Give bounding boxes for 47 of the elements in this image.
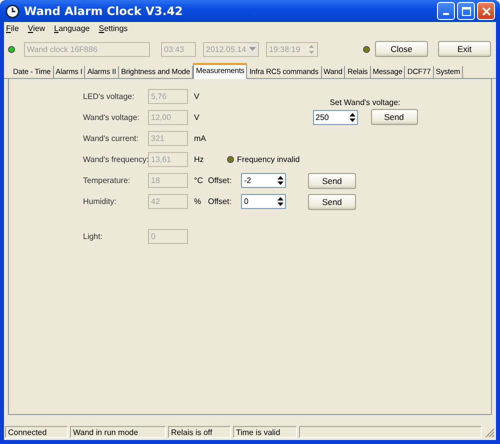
unit-label: Hz	[193, 155, 205, 164]
close-button[interactable]	[477, 2, 495, 20]
status-bar-panel: Wand in run mode	[70, 426, 166, 438]
close-app-button[interactable]: Close	[375, 41, 428, 57]
spinner-arrows-icon	[276, 175, 285, 186]
menu-item[interactable]: Language	[54, 24, 90, 35]
field-label: Wand's voltage:	[83, 113, 140, 122]
maximize-button[interactable]	[457, 2, 475, 20]
menu-item[interactable]: File	[6, 24, 19, 35]
resize-grip-icon[interactable]	[484, 426, 495, 438]
send-button[interactable]: Send	[308, 194, 356, 210]
field-label: LED's voltage:	[83, 92, 136, 101]
caret-icon	[249, 47, 256, 51]
status-bar-panel: Connected	[5, 426, 68, 438]
maximize-icon	[462, 6, 470, 16]
indicator-label: Frequency invalid	[237, 155, 300, 164]
unit-label: °C	[193, 176, 204, 185]
close-icon	[482, 6, 490, 16]
spinner-arrows-icon	[306, 42, 317, 56]
menu-item[interactable]: Settings	[98, 24, 128, 35]
window-title: Wand Alarm Clock V3.42	[24, 4, 184, 18]
minimize-button[interactable]	[437, 2, 455, 20]
status-bar-panel: Relais is off	[168, 426, 231, 438]
offset-spin-field[interactable]: 0	[241, 194, 286, 209]
field-label: Wand's frequency:	[83, 155, 148, 164]
voltage-spin-field[interactable]: 250	[312, 110, 358, 124]
exit-button[interactable]: Exit	[438, 41, 491, 57]
send-button[interactable]: Send	[308, 172, 356, 188]
unit-label: %	[193, 197, 202, 206]
field-label: Wand's current:	[83, 134, 140, 143]
unit-label: V	[193, 113, 200, 122]
field-label: Light:	[83, 232, 104, 240]
unit-label: mA	[193, 134, 207, 143]
spinner-arrows-icon	[276, 196, 285, 207]
menu-item[interactable]: View	[28, 24, 46, 35]
set-voltage-label: Set Wand's voltage:	[330, 98, 400, 107]
status-bar-panel: Time is valid	[233, 426, 297, 438]
offset-spin-field[interactable]: -2	[241, 173, 286, 188]
offset-label: Offset:	[208, 176, 232, 185]
spinner-arrows-icon	[348, 112, 356, 122]
field-label: Temperature:	[83, 176, 132, 185]
minimize-icon	[443, 12, 449, 14]
offset-label: Offset:	[208, 197, 232, 206]
send-button[interactable]: Send	[370, 109, 418, 125]
unit-label: V	[193, 92, 200, 101]
clock-icon	[5, 4, 20, 18]
field-label: Humidity:	[83, 197, 118, 206]
